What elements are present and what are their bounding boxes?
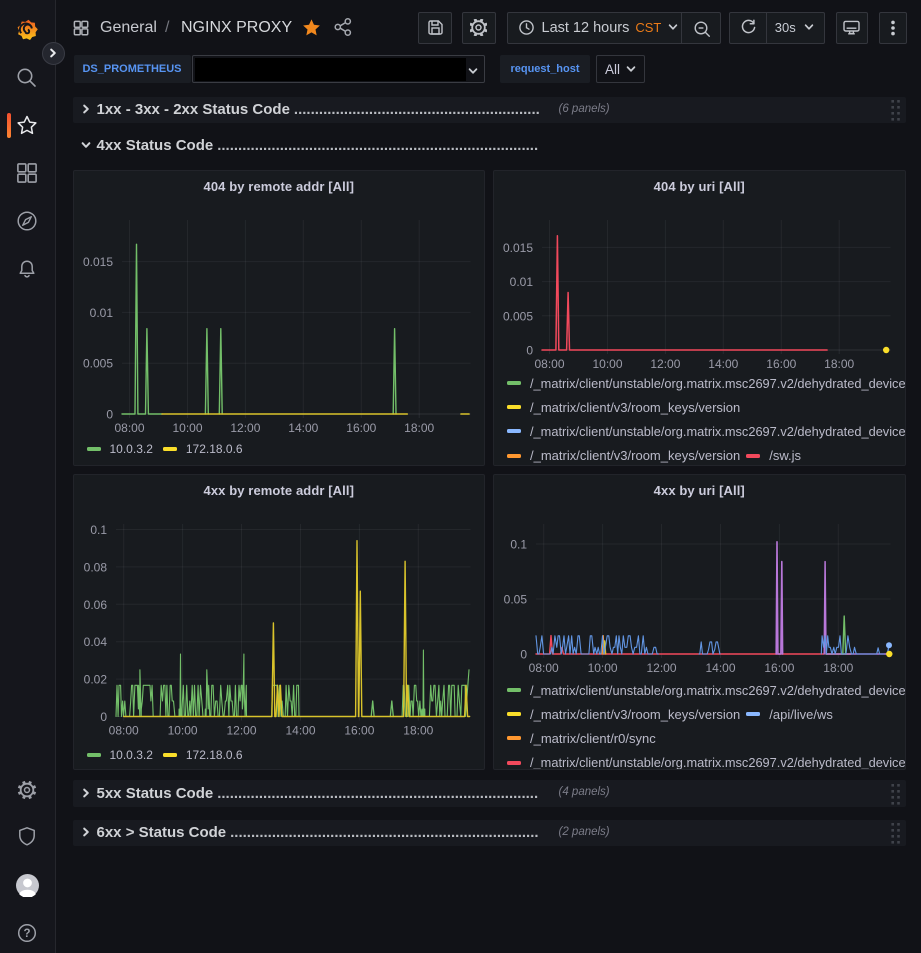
- svg-text:18:00: 18:00: [404, 421, 434, 435]
- svg-text:0.01: 0.01: [89, 306, 113, 320]
- svg-text:16:00: 16:00: [346, 421, 376, 435]
- svg-text:10:00: 10:00: [172, 421, 202, 435]
- svg-text:16:00: 16:00: [344, 724, 374, 738]
- svg-text:0.01: 0.01: [510, 275, 534, 289]
- svg-text:12:00: 12:00: [230, 421, 260, 435]
- svg-text:18:00: 18:00: [824, 357, 854, 371]
- svg-text:08:00: 08:00: [108, 724, 138, 738]
- svg-text:14:00: 14:00: [705, 661, 735, 675]
- svg-text:16:00: 16:00: [766, 357, 796, 371]
- svg-text:0.015: 0.015: [82, 255, 112, 269]
- svg-text:18:00: 18:00: [823, 661, 853, 675]
- svg-text:0.1: 0.1: [510, 538, 527, 552]
- svg-text:08:00: 08:00: [529, 661, 559, 675]
- svg-text:10:00: 10:00: [167, 724, 197, 738]
- svg-text:0: 0: [520, 648, 527, 662]
- svg-text:0.02: 0.02: [83, 673, 107, 687]
- svg-text:0.05: 0.05: [504, 593, 528, 607]
- svg-text:0.06: 0.06: [83, 598, 107, 612]
- svg-text:16:00: 16:00: [764, 661, 794, 675]
- svg-text:08:00: 08:00: [114, 421, 144, 435]
- svg-text:0: 0: [526, 344, 533, 358]
- svg-text:0: 0: [106, 408, 113, 422]
- svg-text:12:00: 12:00: [646, 661, 676, 675]
- svg-text:0.015: 0.015: [503, 241, 533, 255]
- svg-text:0.005: 0.005: [503, 309, 533, 323]
- svg-text:12:00: 12:00: [226, 724, 256, 738]
- svg-text:0.005: 0.005: [82, 357, 112, 371]
- svg-text:14:00: 14:00: [288, 421, 318, 435]
- svg-text:14:00: 14:00: [708, 357, 738, 371]
- svg-text:10:00: 10:00: [592, 357, 622, 371]
- svg-text:10:00: 10:00: [588, 661, 618, 675]
- svg-text:?: ?: [23, 928, 30, 940]
- svg-text:12:00: 12:00: [650, 357, 680, 371]
- svg-text:14:00: 14:00: [285, 724, 315, 738]
- svg-text:0.1: 0.1: [90, 523, 107, 537]
- svg-text:0.04: 0.04: [83, 635, 107, 649]
- svg-text:0.08: 0.08: [83, 560, 107, 574]
- svg-text:0: 0: [100, 710, 107, 724]
- svg-text:08:00: 08:00: [534, 357, 564, 371]
- svg-text:18:00: 18:00: [403, 724, 433, 738]
